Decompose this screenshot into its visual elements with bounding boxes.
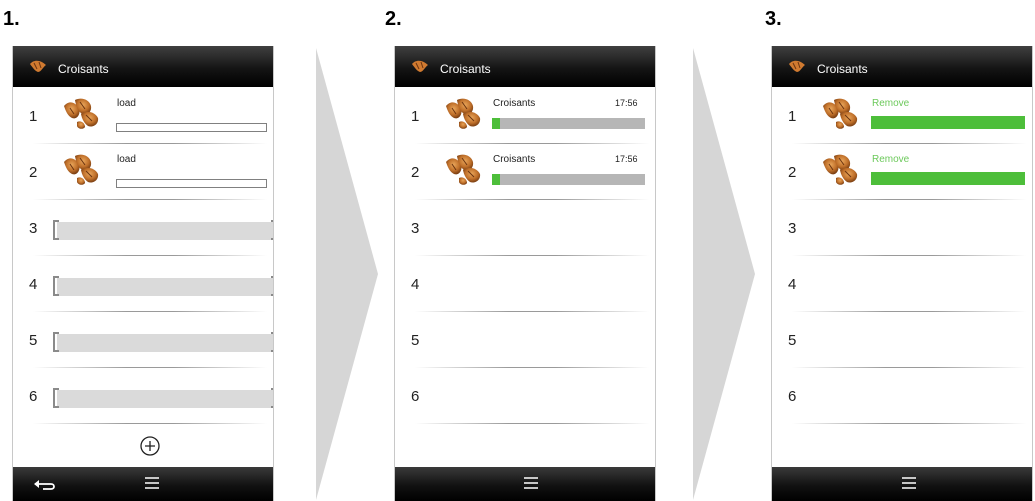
- plus-icon[interactable]: [140, 436, 160, 456]
- slot-number: 5: [411, 332, 420, 349]
- product-label: Croisants: [493, 154, 536, 165]
- time-label: 17:56: [615, 98, 638, 108]
- slot-3[interactable]: 3: [772, 200, 1032, 256]
- slot-4[interactable]: 4: [13, 256, 273, 312]
- title-text: Croisants: [817, 62, 868, 76]
- slot-5[interactable]: 5: [13, 312, 273, 368]
- slot-number: 3: [788, 220, 797, 237]
- screen-step-3: Croisants 1 Remove 2 Remove 3 4 5 6: [771, 46, 1033, 501]
- slot-5[interactable]: 5: [772, 312, 1032, 368]
- divider: [415, 423, 649, 424]
- croissant-icon: [61, 96, 101, 130]
- slot-1[interactable]: 1 Croisants 17:56: [395, 88, 655, 144]
- progress-fill: [492, 174, 500, 185]
- slot-6[interactable]: 6: [395, 368, 655, 424]
- load-label: load: [117, 98, 136, 109]
- slot-number: 5: [788, 332, 797, 349]
- slot-number: 6: [788, 388, 797, 405]
- progress-bar: [871, 172, 1025, 185]
- title-bar: Croisants: [395, 46, 655, 87]
- product-label: Croisants: [493, 98, 536, 109]
- load-label: load: [117, 154, 136, 165]
- croissant-icon: [443, 152, 483, 186]
- slot-number: 1: [788, 108, 797, 125]
- croissant-icon: [61, 152, 101, 186]
- empty-slot-bar[interactable]: [53, 220, 273, 240]
- title-text: Croisants: [58, 62, 109, 76]
- slot-number: 5: [29, 332, 38, 349]
- progress-bar: [492, 118, 645, 129]
- slot-number: 1: [411, 108, 420, 125]
- croissant-icon: [820, 96, 860, 130]
- progress-bar: [492, 174, 645, 185]
- slot-1[interactable]: 1 load: [13, 88, 273, 144]
- slot-number: 4: [788, 276, 797, 293]
- croissant-logo-icon: [29, 59, 47, 73]
- slot-4[interactable]: 4: [772, 256, 1032, 312]
- slot-number: 2: [411, 164, 420, 181]
- slot-2[interactable]: 2 Croisants 17:56: [395, 144, 655, 200]
- bottom-bar: [395, 467, 655, 501]
- step-label-2: 2.: [385, 8, 402, 30]
- slot-2[interactable]: 2 Remove: [772, 144, 1032, 200]
- screen-step-2: Croisants 1 Croisants 17:56 2 Croisants …: [394, 46, 656, 501]
- menu-icon[interactable]: [524, 477, 538, 489]
- slot-1[interactable]: 1 Remove: [772, 88, 1032, 144]
- slot-3[interactable]: 3: [395, 200, 655, 256]
- time-label: 17:56: [615, 154, 638, 164]
- empty-slot-bar[interactable]: [53, 276, 273, 296]
- slot-3[interactable]: 3: [13, 200, 273, 256]
- remove-label[interactable]: Remove: [872, 154, 909, 165]
- croissant-logo-icon: [788, 59, 806, 73]
- slot-number: 1: [29, 108, 38, 125]
- remove-label[interactable]: Remove: [872, 98, 909, 109]
- slot-number: 3: [29, 220, 38, 237]
- slot-number: 6: [29, 388, 38, 405]
- bottom-bar: [13, 467, 273, 501]
- empty-slot-bar[interactable]: [53, 388, 273, 408]
- croissant-icon: [443, 96, 483, 130]
- slot-number: 3: [411, 220, 420, 237]
- progress-fill: [871, 172, 1025, 185]
- slot-4[interactable]: 4: [395, 256, 655, 312]
- divider: [33, 423, 267, 424]
- slot-2[interactable]: 2 load: [13, 144, 273, 200]
- slot-number: 4: [29, 276, 38, 293]
- divider: [792, 423, 1026, 424]
- title-text: Croisants: [440, 62, 491, 76]
- screen-step-1: Croisants 1 load 2 load 3 4 5 6: [12, 46, 274, 501]
- slot-6[interactable]: 6: [772, 368, 1032, 424]
- empty-slot-bar[interactable]: [53, 332, 273, 352]
- step-arrow-1: [316, 48, 378, 500]
- slot-number: 2: [29, 164, 38, 181]
- progress-fill: [871, 116, 1025, 129]
- menu-icon[interactable]: [902, 477, 916, 489]
- title-bar: Croisants: [772, 46, 1032, 87]
- menu-icon[interactable]: [145, 477, 159, 489]
- slot-number: 2: [788, 164, 797, 181]
- slot-number: 4: [411, 276, 420, 293]
- step-label-3: 3.: [765, 8, 782, 30]
- step-arrow-2: [693, 48, 755, 500]
- progress-bar: [871, 116, 1025, 129]
- progress-fill: [492, 118, 500, 129]
- load-bar: [116, 123, 267, 132]
- slot-5[interactable]: 5: [395, 312, 655, 368]
- slot-6[interactable]: 6: [13, 368, 273, 424]
- title-bar: Croisants: [13, 46, 273, 87]
- bottom-bar: [772, 467, 1032, 501]
- back-icon[interactable]: [33, 477, 57, 491]
- croissant-icon: [820, 152, 860, 186]
- step-label-1: 1.: [3, 8, 20, 30]
- load-bar: [116, 179, 267, 188]
- croissant-logo-icon: [411, 59, 429, 73]
- slot-number: 6: [411, 388, 420, 405]
